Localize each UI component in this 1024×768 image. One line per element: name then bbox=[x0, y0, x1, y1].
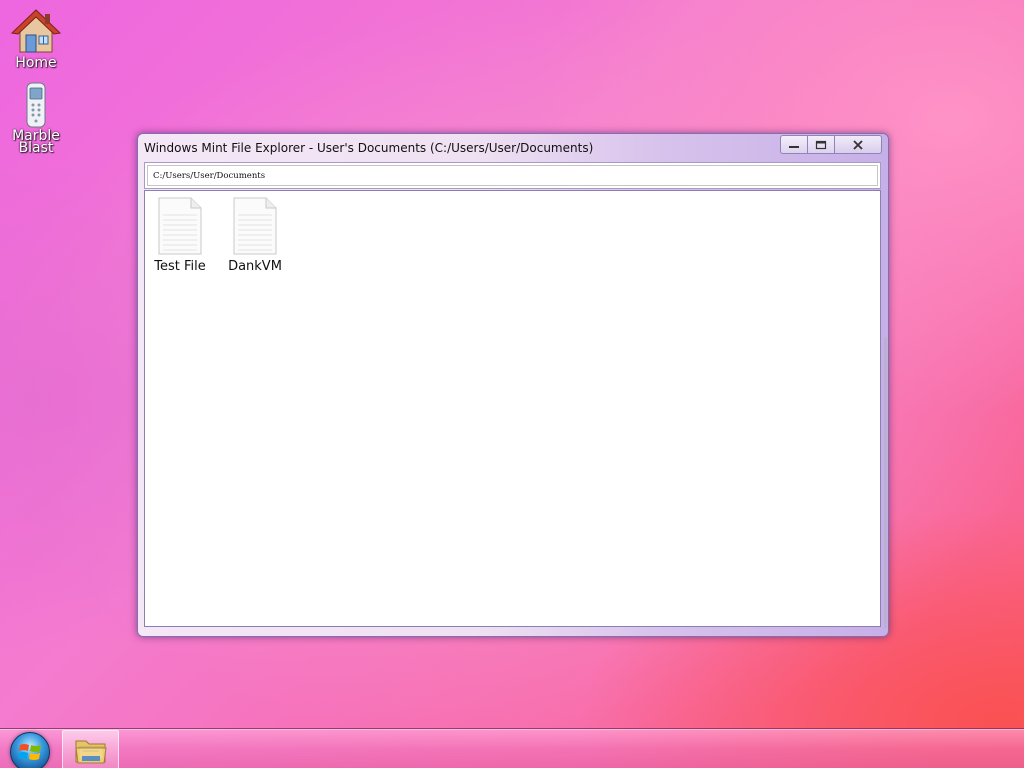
desktop-icon-label: Home bbox=[15, 55, 57, 71]
desktop-icon-home[interactable]: Home bbox=[1, 8, 71, 70]
desktop-icon-marble-blast[interactable]: Marble Blast bbox=[1, 82, 71, 156]
document-icon bbox=[158, 197, 202, 255]
address-input[interactable] bbox=[147, 165, 878, 186]
taskbar-file-explorer[interactable] bbox=[62, 730, 119, 768]
windows-logo-icon bbox=[18, 744, 41, 760]
minimize-icon bbox=[789, 145, 799, 148]
phone-icon bbox=[26, 82, 46, 128]
maximize-icon bbox=[815, 140, 827, 149]
file-item-test-file[interactable]: Test File bbox=[148, 197, 212, 274]
address-bar bbox=[144, 162, 881, 189]
file-item-label: Test File bbox=[154, 259, 206, 274]
file-item-dankvm[interactable]: DankVM bbox=[223, 197, 287, 274]
close-button[interactable] bbox=[834, 135, 882, 154]
window-titlebar[interactable]: Windows Mint File Explorer - User's Docu… bbox=[138, 134, 888, 162]
file-item-label: DankVM bbox=[228, 259, 282, 274]
desktop: Home Marble Blast Windows Mint File Expl… bbox=[0, 0, 1024, 768]
house-icon bbox=[11, 9, 61, 53]
window-title: Windows Mint File Explorer - User's Docu… bbox=[144, 141, 594, 155]
minimize-button[interactable] bbox=[780, 135, 807, 154]
document-icon bbox=[233, 197, 277, 255]
start-button[interactable] bbox=[10, 732, 50, 768]
file-explorer-window[interactable]: Windows Mint File Explorer - User's Docu… bbox=[137, 133, 889, 637]
folder-icon bbox=[74, 740, 107, 763]
window-resize-edge[interactable] bbox=[884, 338, 887, 628]
desktop-icon-label: Marble Blast bbox=[12, 128, 60, 156]
window-controls bbox=[780, 135, 882, 154]
maximize-button[interactable] bbox=[807, 135, 834, 154]
file-list-pane[interactable]: Test File DankVM bbox=[144, 190, 881, 627]
close-icon bbox=[853, 139, 863, 150]
taskbar bbox=[0, 728, 1024, 768]
